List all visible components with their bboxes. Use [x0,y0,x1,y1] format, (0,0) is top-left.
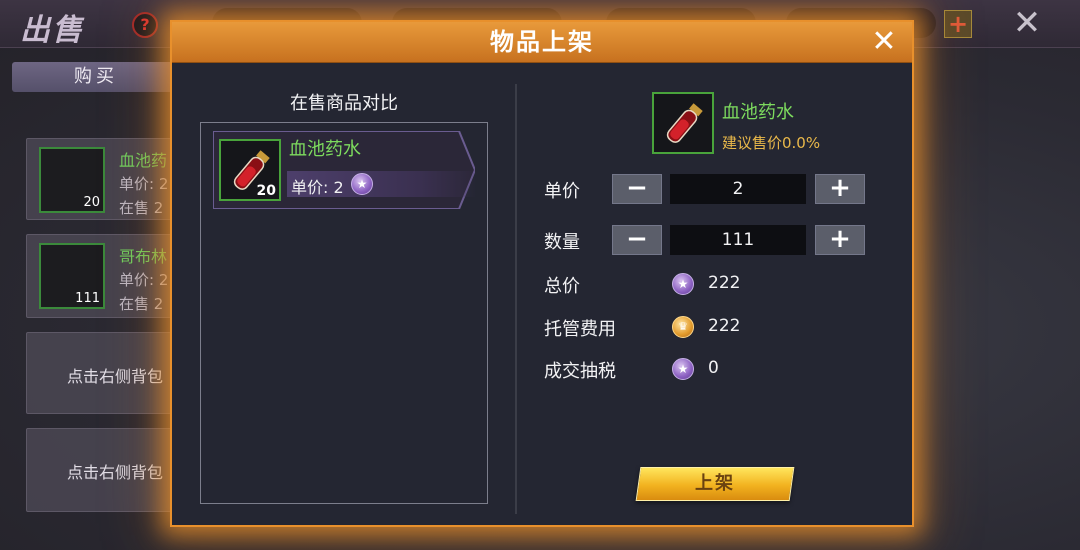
unit-price-increase-button[interactable]: + [815,174,865,204]
quantity-increase-button[interactable]: + [815,225,865,255]
tab-buy[interactable]: 购买 [12,62,180,92]
page-title: 出售 [20,13,84,48]
crown-coin-icon: ♛ [672,316,694,338]
list-item[interactable]: 20 血池药 单价: 2 在售 2 [26,138,186,220]
item-slot: 20 [219,139,281,201]
help-icon[interactable]: ? [132,12,158,38]
close-icon[interactable]: ✕ [1010,6,1044,40]
unit-price: 单价: 2 [291,178,344,197]
item-stock: 在售 2 [119,295,164,313]
item-slot [652,92,714,154]
compare-list: 20 血池药水 单价: 2 ★ [200,122,488,504]
item-slot: 111 [39,243,105,309]
quantity-input[interactable]: 111 [670,225,806,255]
list-for-sale-button[interactable]: 上架 [635,467,795,501]
fee-value: 222 [708,316,741,336]
item-stock: 在售 2 [119,199,164,217]
total-label: 总价 [544,276,580,297]
item-slot: 20 [39,147,105,213]
price-row: 单价: 2 ★ [287,171,477,197]
empty-hint: 点击右侧背包 [67,367,164,386]
compare-list-item[interactable]: 20 血池药水 单价: 2 ★ [213,131,477,209]
item-name: 血池药水 [722,102,794,123]
suggested-price: 建议售价0.0% [722,134,821,152]
empty-slot: 点击右侧背包 [26,332,186,414]
quantity-decrease-button[interactable]: − [612,225,662,255]
empty-slot: 点击右侧背包 [26,428,186,512]
fee-label: 托管费用 [544,319,616,340]
item-price: 单价: 2 [119,175,169,193]
star-coin-icon: ★ [672,358,694,380]
item-price: 单价: 2 [119,271,169,289]
tax-label: 成交抽税 [544,361,616,382]
item-name: 哥布林 [119,247,168,266]
tax-value: 0 [708,358,719,378]
potion-icon [666,103,703,143]
quantity-label: 数量 [544,232,580,253]
unit-price-decrease-button[interactable]: − [612,174,662,204]
list-item[interactable]: 111 哥布林 单价: 2 在售 2 [26,234,186,318]
unit-price-label: 单价 [544,181,580,202]
star-coin-icon: ★ [672,273,694,295]
list-item-dialog: 物品上架 ✕ 在售商品对比 20 血池药水 单价: 2 ★ 血池药水 建议售价0… [170,20,914,527]
add-currency-button[interactable]: + [944,10,972,38]
list-for-sale-label: 上架 [695,473,735,494]
close-icon[interactable]: ✕ [868,26,900,58]
total-value: 222 [708,273,741,293]
compare-title: 在售商品对比 [290,93,398,114]
column-divider [515,84,517,514]
dialog-title: 物品上架 [490,28,594,56]
item-name: 血池药 [119,151,168,170]
empty-hint: 点击右侧背包 [67,463,164,482]
item-name: 血池药水 [289,139,361,160]
item-count: 20 [256,183,276,199]
star-coin-icon: ★ [351,173,373,195]
unit-price-input[interactable]: 2 [670,174,806,204]
